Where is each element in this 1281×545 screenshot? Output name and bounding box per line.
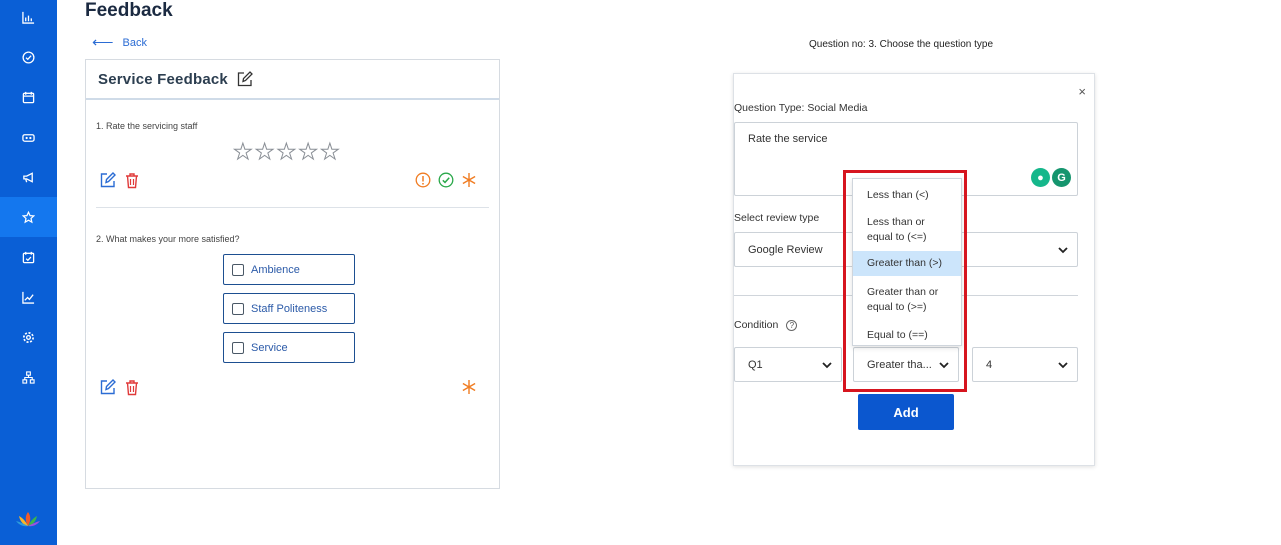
back-link[interactable]: ⟵ Back xyxy=(92,34,147,51)
edit-question-1-button[interactable] xyxy=(99,171,117,189)
option-label: Service xyxy=(251,341,288,354)
delete-question-1-button[interactable] xyxy=(123,171,141,189)
sidebar-item-schedule[interactable] xyxy=(0,237,57,277)
dropdown-option[interactable]: Greater than or equal to (>=) xyxy=(853,284,961,316)
option-service[interactable]: Service xyxy=(223,332,355,363)
brand-logo-icon xyxy=(16,512,40,527)
option-staff-politeness[interactable]: Staff Politeness xyxy=(223,293,355,324)
grammarly-widget[interactable]: ● G xyxy=(1031,168,1071,187)
dropdown-option-selected[interactable]: Greater than (>) xyxy=(853,251,961,276)
sidebar-item-feedback[interactable] xyxy=(0,197,57,237)
trash-icon xyxy=(126,379,138,395)
lightbulb-icon[interactable]: ● xyxy=(1031,168,1050,187)
dropdown-option[interactable]: Equal to (==) xyxy=(853,326,961,344)
line-chart-icon xyxy=(22,291,35,304)
grammarly-icon[interactable]: G xyxy=(1052,168,1071,187)
checkbox[interactable] xyxy=(232,341,244,354)
sidebar-item-reports[interactable] xyxy=(0,277,57,317)
question-editor-heading: Question no: 3. Choose the question type xyxy=(809,39,994,50)
star-rating[interactable]: ★ ★ ★ ★ ★ xyxy=(233,140,341,163)
condition-question-value: Q1 xyxy=(748,358,763,371)
question-1-label: 1. Rate the servicing staff xyxy=(96,121,198,131)
star-icon[interactable]: ★ xyxy=(254,140,275,163)
validate-question-1-button[interactable] xyxy=(437,171,455,189)
star-icon[interactable]: ★ xyxy=(298,140,319,163)
star-icon[interactable]: ★ xyxy=(233,140,254,163)
review-type-label: Select review type xyxy=(734,212,820,224)
back-label: Back xyxy=(122,37,147,49)
check-circle-icon xyxy=(438,172,454,188)
sidebar-item-tasks[interactable] xyxy=(0,37,57,77)
condition-operator-select[interactable]: Greater tha... xyxy=(853,347,959,382)
question-2-label: 2. What makes your more satisfied? xyxy=(96,234,240,244)
asterisk-icon xyxy=(462,173,476,187)
required-question-1-button[interactable] xyxy=(460,171,478,189)
checkbox[interactable] xyxy=(232,302,244,315)
info-icon xyxy=(415,172,431,188)
dropdown-option[interactable]: Less than or equal to (<=) xyxy=(853,214,961,246)
calendar-check-icon xyxy=(22,251,35,263)
condition-value-select[interactable]: 4 xyxy=(972,347,1078,382)
question-type-label: Question Type: Social Media xyxy=(734,102,868,114)
sidebar-item-campaigns[interactable] xyxy=(0,157,57,197)
check-circle-icon xyxy=(22,50,35,64)
edit-icon xyxy=(100,172,116,188)
edit-question-2-button[interactable] xyxy=(99,378,117,396)
checkbox[interactable] xyxy=(232,263,244,276)
sidebar-item-organization[interactable] xyxy=(0,357,57,397)
form-header: Service Feedback xyxy=(86,60,499,100)
help-icon[interactable]: ? xyxy=(786,319,798,331)
star-icon xyxy=(22,210,35,223)
option-label: Ambience xyxy=(251,263,300,276)
asterisk-icon xyxy=(462,380,476,394)
condition-operator-value: Greater tha... xyxy=(867,358,932,371)
sidebar-item-analytics[interactable] xyxy=(0,0,57,37)
condition-label-row: Condition? xyxy=(734,319,798,331)
star-icon[interactable]: ★ xyxy=(276,140,297,163)
sidebar-item-calendar[interactable] xyxy=(0,77,57,117)
option-label: Staff Politeness xyxy=(251,302,328,315)
trash-icon xyxy=(126,172,138,188)
add-condition-button[interactable]: Add xyxy=(858,394,954,430)
option-ambience[interactable]: Ambience xyxy=(223,254,355,285)
form-title: Service Feedback xyxy=(98,70,228,88)
question-text: Rate the service xyxy=(748,133,828,145)
megaphone-icon xyxy=(23,171,33,183)
chevron-down-icon xyxy=(822,362,832,369)
review-type-value: Google Review xyxy=(748,243,823,256)
arrow-left-icon: ⟵ xyxy=(92,34,114,51)
edit-title-icon[interactable] xyxy=(236,70,254,88)
sidebar xyxy=(0,0,57,545)
close-icon[interactable]: × xyxy=(1078,84,1086,99)
required-question-2-button[interactable] xyxy=(460,378,478,396)
chevron-down-icon xyxy=(1058,362,1068,369)
chevron-down-icon xyxy=(1058,247,1068,254)
info-question-1-button[interactable] xyxy=(414,171,432,189)
sidebar-item-settings[interactable] xyxy=(0,317,57,357)
users-icon xyxy=(22,133,35,142)
calendar-icon xyxy=(22,91,35,103)
star-icon[interactable]: ★ xyxy=(319,140,340,163)
chevron-down-icon xyxy=(939,362,949,369)
question-divider xyxy=(96,207,489,208)
operator-dropdown-menu: Less than (<) Less than or equal to (<=)… xyxy=(852,178,962,346)
edit-icon xyxy=(100,379,116,395)
page-title: Feedback xyxy=(85,0,173,21)
settings-icon xyxy=(23,331,34,343)
form-preview-card: Service Feedback 1. Rate the servicing s… xyxy=(85,59,500,489)
condition-question-select[interactable]: Q1 xyxy=(734,347,842,382)
hierarchy-icon xyxy=(22,370,35,384)
condition-value: 4 xyxy=(986,358,993,371)
dropdown-option[interactable]: Less than (<) xyxy=(853,185,961,205)
condition-label: Condition xyxy=(734,319,779,331)
sidebar-item-customers[interactable] xyxy=(0,117,57,157)
bar-chart-icon xyxy=(22,11,35,24)
delete-question-2-button[interactable] xyxy=(123,378,141,396)
